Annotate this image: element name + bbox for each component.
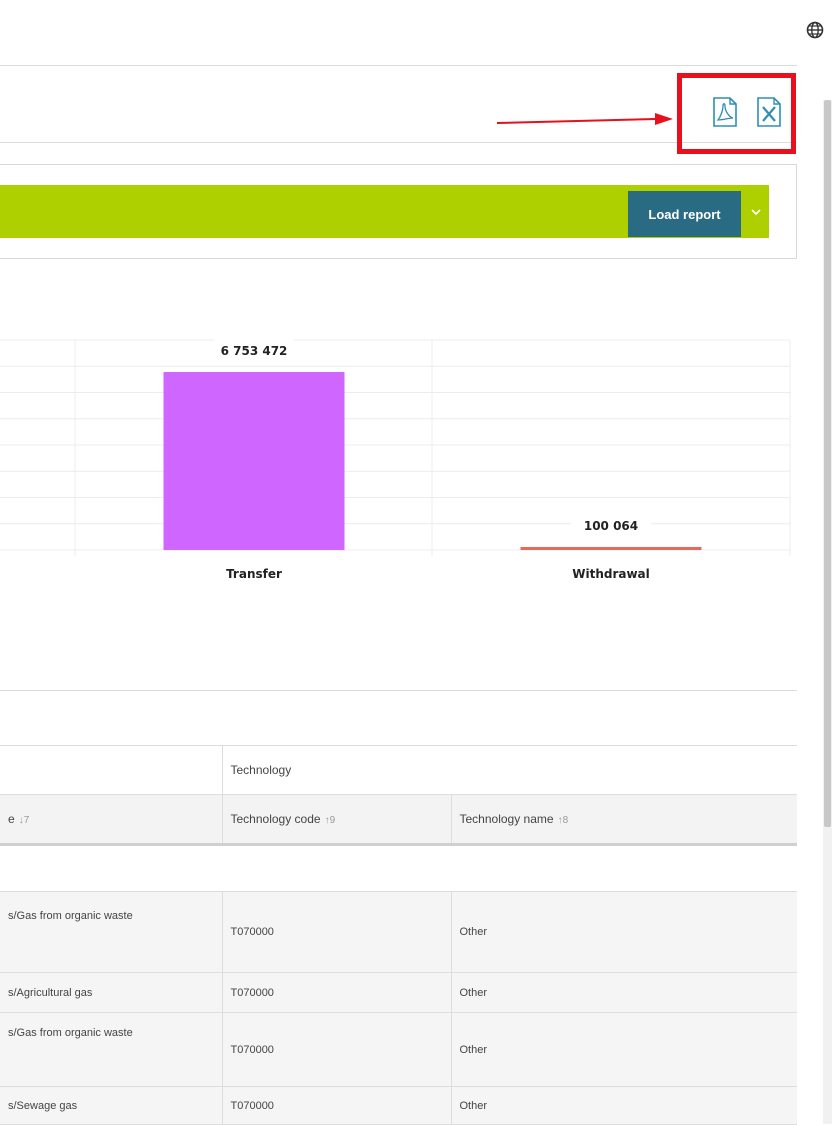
table-group-row: Technology [0,745,797,795]
table-row[interactable]: s/Agricultural gas T070000 Other [0,972,797,1013]
chart-bar [163,372,345,550]
group-header-technology: Technology [221,745,797,795]
data-label: 100 064 [584,519,638,533]
code-cell: T070000 [221,972,452,1013]
data-label: 6 753 472 [221,344,288,358]
sort-indicator: ↑9 [324,815,336,826]
bar-chart: 6 753 472 Transfer 100 064 Withdrawal [0,338,791,581]
column-label: Technology code [230,812,321,826]
globe-icon[interactable] [805,20,825,40]
table-row[interactable]: s/Gas from organic waste T070000 Other [0,1012,797,1087]
source-cell: s/Gas from organic waste [0,1012,223,1087]
category-label: Withdrawal [572,567,650,581]
name-cell: Other [450,972,797,1013]
column-header-technology-name[interactable]: Technology name ↑8 [450,794,797,845]
section-divider [0,690,797,691]
code-cell: T070000 [221,1012,452,1087]
column-label: e [8,812,15,826]
page-scrollbar[interactable] [823,100,832,1124]
table-filter-row [0,844,797,892]
name-cell: Other [450,1012,797,1087]
name-cell: Other [450,891,797,973]
source-cell: s/Agricultural gas [0,972,223,1013]
sort-indicator: ↓7 [18,815,30,826]
chevron-down-icon[interactable] [749,205,763,219]
column-label: Technology name [459,812,554,826]
header-divider [0,65,797,66]
technology-table: Technology e ↓7 Technology code ↑9 Technol… [0,745,797,1125]
scrollbar-thumb[interactable] [824,100,831,827]
name-cell: Other [450,1086,797,1125]
export-highlight-box [677,73,796,154]
table-row[interactable]: s/Gas from organic waste T070000 Other [0,891,797,973]
category-label: Transfer [226,567,282,581]
table-row[interactable]: s/Sewage gas T070000 Other [0,1086,797,1125]
filter-cell [0,844,797,892]
group-cell-empty [0,745,223,795]
annotation-arrow [497,113,673,125]
code-cell: T070000 [221,891,452,973]
load-report-button[interactable]: Load report [628,191,741,237]
column-header-technology-code[interactable]: Technology code ↑9 [221,794,452,845]
sort-indicator: ↑8 [557,815,569,826]
source-cell: s/Sewage gas [0,1086,223,1125]
table-header-row: e ↓7 Technology code ↑9 Technology name ↑8 [0,794,797,845]
code-cell: T070000 [221,1086,452,1125]
chart-bar [520,547,702,550]
source-cell: s/Gas from organic waste [0,891,223,973]
column-header[interactable]: e ↓7 [0,794,223,845]
